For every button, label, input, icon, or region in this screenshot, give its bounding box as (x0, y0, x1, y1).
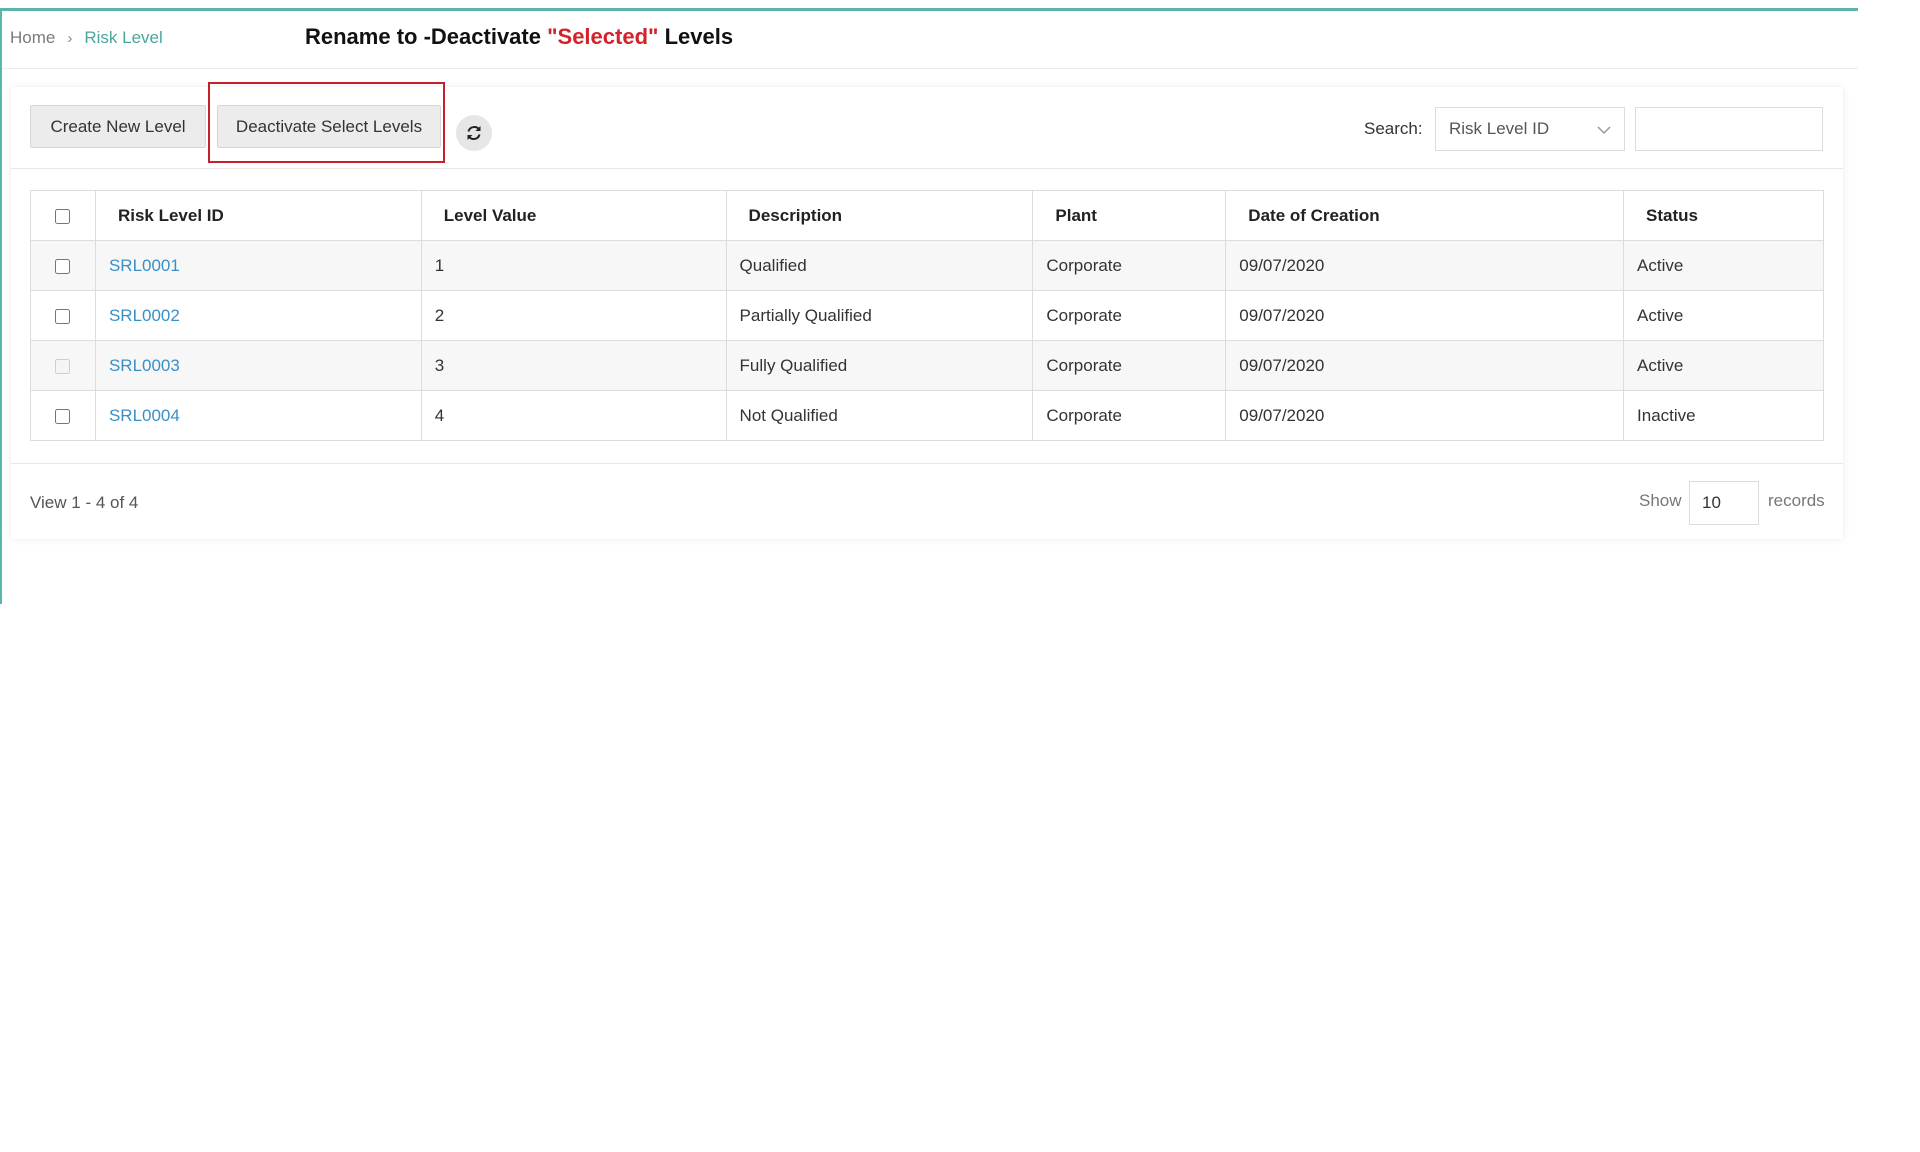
annotation-highlight-box (208, 82, 445, 163)
chevron-right-icon: › (67, 29, 73, 47)
search-field-value: Risk Level ID (1449, 119, 1550, 138)
risk-level-id-link[interactable]: SRL0001 (109, 256, 180, 275)
search-field-select[interactable]: Risk Level ID (1435, 107, 1625, 151)
select-all-checkbox[interactable] (55, 208, 71, 224)
column-header[interactable]: Level Value (420, 190, 727, 241)
plant-cell: Corporate (1032, 390, 1227, 441)
breadcrumb: Home › Risk Level (10, 28, 163, 48)
status-cell: Active (1623, 240, 1824, 291)
annotation-prefix: Rename to -Deactivate (305, 24, 548, 49)
chevron-down-icon (1597, 126, 1611, 135)
header-divider (2, 68, 1858, 69)
create-new-level-button[interactable]: Create New Level (30, 105, 206, 148)
level-value-cell: 4 (420, 390, 727, 441)
status-cell: Active (1623, 340, 1824, 391)
date-cell: 09/07/2020 (1225, 290, 1625, 341)
level-value-cell: 3 (420, 340, 727, 391)
footer-divider (11, 463, 1843, 464)
column-header[interactable]: Plant (1032, 190, 1227, 241)
refresh-icon (467, 126, 481, 140)
annotation-highlight: "Selected" (547, 24, 659, 49)
date-cell: 09/07/2020 (1225, 390, 1625, 441)
row-checkbox[interactable] (55, 308, 71, 324)
risk-level-id-link[interactable]: SRL0002 (109, 306, 180, 325)
row-checkbox[interactable] (55, 408, 71, 424)
risk-level-table: Risk Level ID Level Value Description Pl… (30, 190, 1824, 441)
refresh-button[interactable] (456, 115, 492, 151)
show-label: Show (1639, 491, 1682, 510)
page-size-input[interactable]: 10 (1689, 481, 1759, 525)
breadcrumb-home[interactable]: Home (10, 28, 55, 48)
column-header[interactable]: Description (725, 190, 1034, 241)
column-header[interactable]: Status (1623, 190, 1824, 241)
column-header[interactable]: Risk Level ID (94, 190, 422, 241)
date-cell: 09/07/2020 (1225, 240, 1625, 291)
status-cell: Inactive (1623, 390, 1824, 441)
risk-level-id-link[interactable]: SRL0004 (109, 406, 180, 425)
description-cell: Qualified (725, 240, 1034, 291)
description-cell: Fully Qualified (725, 340, 1034, 391)
pagination-info: View 1 - 4 of 4 (30, 493, 139, 512)
table-row: SRL0001 1 Qualified Corporate 09/07/2020… (30, 240, 1824, 291)
level-value-cell: 1 (420, 240, 727, 291)
plant-cell: Corporate (1032, 290, 1227, 341)
toolbar-divider (11, 168, 1843, 169)
description-cell: Not Qualified (725, 390, 1034, 441)
annotation-suffix: Levels (658, 24, 734, 49)
records-label: records (1768, 491, 1825, 510)
description-cell: Partially Qualified (725, 290, 1034, 341)
select-all-cell (30, 190, 96, 241)
plant-cell: Corporate (1032, 240, 1227, 291)
row-checkbox-disabled (55, 358, 71, 374)
plant-cell: Corporate (1032, 340, 1227, 391)
search-input[interactable] (1635, 107, 1823, 151)
table-row: SRL0003 3 Fully Qualified Corporate 09/0… (30, 340, 1824, 391)
risk-level-id-link[interactable]: SRL0003 (109, 356, 180, 375)
table-row: SRL0002 2 Partially Qualified Corporate … (30, 290, 1824, 341)
top-accent-rule (0, 8, 1858, 11)
table-header-row: Risk Level ID Level Value Description Pl… (30, 190, 1824, 241)
row-checkbox[interactable] (55, 258, 71, 274)
left-accent-rule (0, 11, 2, 604)
status-cell: Active (1623, 290, 1824, 341)
breadcrumb-current: Risk Level (84, 28, 163, 47)
column-header[interactable]: Date of Creation (1225, 190, 1625, 241)
table-row: SRL0004 4 Not Qualified Corporate 09/07/… (30, 390, 1824, 441)
date-cell: 09/07/2020 (1225, 340, 1625, 391)
annotation-note: Rename to -Deactivate "Selected" Levels (305, 24, 733, 50)
search-label: Search: (1364, 119, 1423, 138)
level-value-cell: 2 (420, 290, 727, 341)
